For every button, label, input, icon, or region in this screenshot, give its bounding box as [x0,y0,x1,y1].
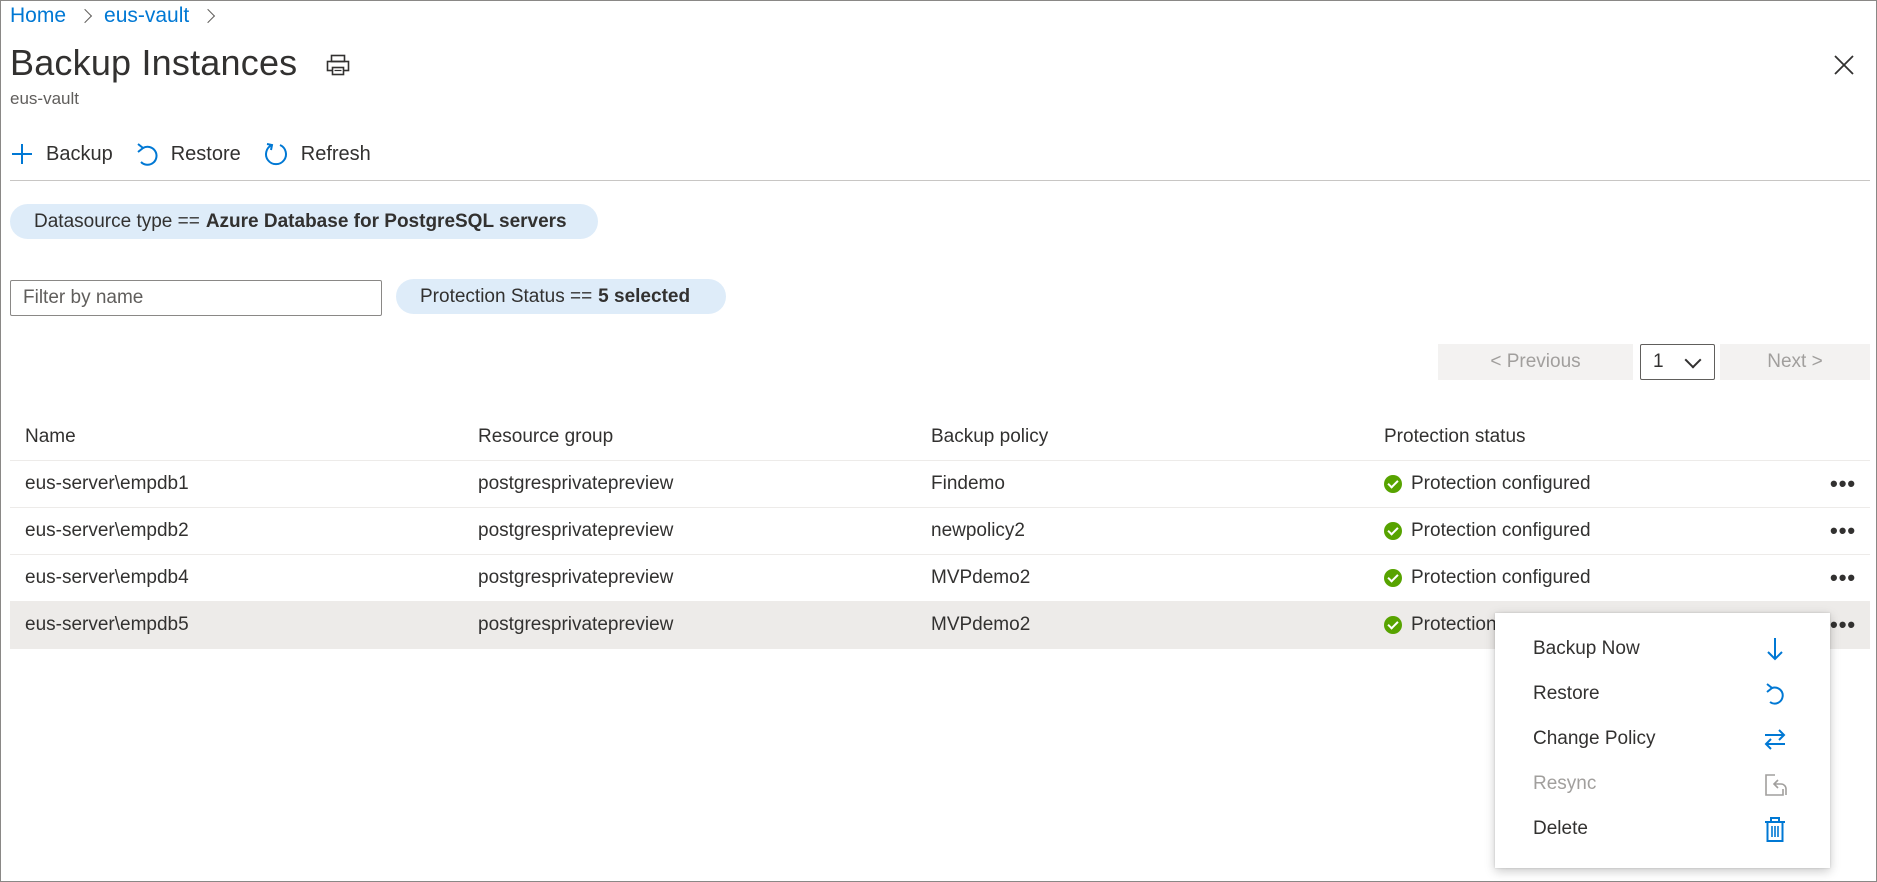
cell-protection-status: Protection configured [1384,567,1591,589]
restore-button[interactable]: Restore [135,141,241,167]
cell-name: eus-server\empdb1 [25,473,189,494]
print-icon[interactable] [326,54,350,76]
protection-status-filter[interactable]: Protection Status == 5 selected [396,279,726,314]
cell-backup-policy: MVPdemo2 [931,567,1031,588]
page-select[interactable]: 1 [1640,344,1715,380]
restore-button-label: Restore [170,142,241,165]
menu-item-label: Restore [1533,683,1600,704]
breadcrumb: Home eus-vault [10,4,227,28]
menu-item-delete[interactable]: Delete [1495,809,1830,849]
cell-backup-policy: MVPdemo2 [931,614,1031,635]
menu-item-restore[interactable]: Restore [1495,674,1830,714]
close-icon[interactable] [1833,54,1855,76]
cell-protection-status: Protection configured [1384,520,1591,542]
cell-backup-policy: Findemo [931,473,1005,494]
toolbar-divider [10,180,1870,181]
column-header-protection-status[interactable]: Protection status [1384,426,1526,448]
cell-resource-group: postgresprivatepreview [478,520,674,541]
resync-icon [1765,774,1787,796]
column-header-backup-policy[interactable]: Backup policy [931,426,1048,448]
page-subtitle: eus-vault [10,89,79,108]
cell-protection-status: Protection [1384,614,1497,636]
status-text: Protection configured [1411,473,1591,494]
more-actions-button[interactable]: ••• [1830,471,1856,497]
menu-item-backup-now[interactable]: Backup Now [1495,629,1830,669]
more-actions-button[interactable]: ••• [1830,565,1856,591]
refresh-icon [264,143,287,166]
table-row[interactable]: eus-server\empdb1 postgresprivatepreview… [10,461,1870,508]
refresh-button[interactable]: Refresh [263,141,371,167]
cell-backup-policy: newpolicy2 [931,520,1025,541]
cell-name: eus-server\empdb5 [25,614,189,635]
table-row[interactable]: eus-server\empdb2 postgresprivatepreview… [10,508,1870,555]
restore-icon [1766,683,1784,705]
backup-button[interactable]: Backup [10,142,113,166]
cell-resource-group: postgresprivatepreview [478,473,674,494]
backup-button-label: Backup [46,142,113,165]
previous-page-button[interactable]: < Previous [1438,344,1633,380]
cell-name: eus-server\empdb2 [25,520,189,541]
swap-arrows-icon [1764,729,1786,750]
menu-item-label: Delete [1533,818,1588,839]
page-select-value: 1 [1653,351,1664,372]
status-text: Protection [1411,614,1497,635]
cell-resource-group: postgresprivatepreview [478,614,674,635]
success-check-icon [1384,522,1402,540]
trash-icon [1765,817,1785,842]
cell-name: eus-server\empdb4 [25,567,189,588]
menu-item-label: Change Policy [1533,728,1656,749]
plus-icon [12,144,32,164]
table-row[interactable]: eus-server\empdb4 postgresprivatepreview… [10,555,1870,602]
status-text: Protection configured [1411,567,1591,588]
datasource-filter-prefix: Datasource type == [34,210,200,232]
cell-protection-status: Protection configured [1384,473,1591,495]
datasource-filter-value: Azure Database for PostgreSQL servers [205,210,567,232]
breadcrumb-vault[interactable]: eus-vault [104,4,189,28]
table-header: Name Resource group Backup policy Protec… [10,414,1870,461]
cell-resource-group: postgresprivatepreview [478,567,674,588]
menu-item-label: Resync [1533,773,1597,794]
success-check-icon [1384,475,1402,493]
more-actions-button[interactable]: ••• [1830,612,1856,638]
datasource-type-filter[interactable]: Datasource type == Azure Database for Po… [10,204,598,239]
column-header-resource-group[interactable]: Resource group [478,426,613,448]
status-filter-prefix: Protection Status == [420,285,593,307]
more-actions-button[interactable]: ••• [1830,518,1856,544]
filter-by-name-input[interactable] [10,280,382,316]
status-text: Protection configured [1411,520,1591,541]
success-check-icon [1384,616,1402,634]
status-filter-value: 5 selected [598,285,691,307]
chevron-right-icon [201,8,216,24]
refresh-button-label: Refresh [300,142,371,165]
success-check-icon [1384,569,1402,587]
column-header-name[interactable]: Name [25,426,76,448]
restore-icon [137,143,158,166]
next-page-button[interactable]: Next > [1720,344,1870,380]
chevron-right-icon [77,8,93,24]
row-context-menu: Backup Now Restore Change Policy Resync … [1495,613,1830,868]
chevron-down-icon [1684,351,1702,369]
command-bar: Backup Restore Refresh [10,134,393,174]
menu-item-change-policy[interactable]: Change Policy [1495,719,1830,759]
menu-item-resync: Resync [1495,764,1830,804]
arrow-down-icon [1767,638,1783,661]
menu-item-label: Backup Now [1533,638,1640,659]
page-title: Backup Instances [10,42,298,83]
breadcrumb-home[interactable]: Home [10,4,66,28]
